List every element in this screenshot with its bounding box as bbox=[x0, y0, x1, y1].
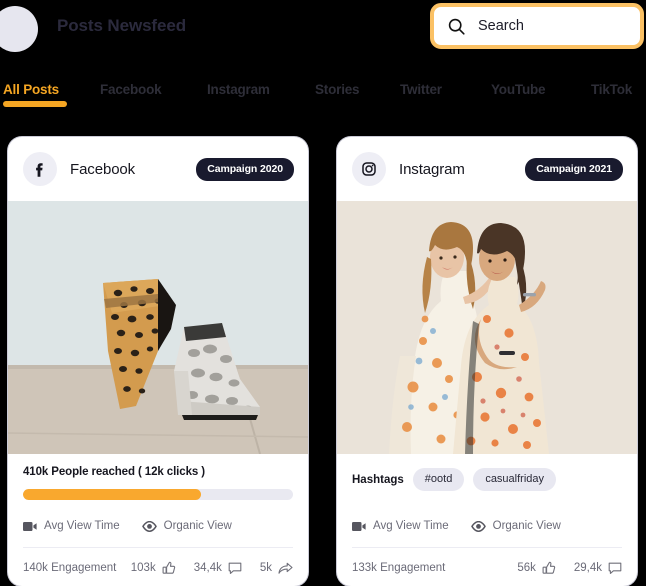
avg-view-time-label: Avg View Time bbox=[44, 520, 120, 532]
likes-stat[interactable]: 103k bbox=[131, 561, 176, 575]
search-icon bbox=[448, 18, 465, 35]
likes-value: 56k bbox=[517, 562, 536, 574]
organic-view-item[interactable]: Organic View bbox=[470, 520, 561, 532]
avg-view-time-item[interactable]: Avg View Time bbox=[23, 520, 120, 532]
tab-youtube[interactable]: YouTube bbox=[491, 82, 546, 97]
network-name: Facebook bbox=[70, 160, 136, 178]
comments-stat[interactable]: 34,4k bbox=[194, 562, 242, 575]
view-metrics-row: Avg View Time Organic View bbox=[8, 511, 308, 541]
organic-view-item[interactable]: Organic View bbox=[141, 520, 232, 532]
eye-icon bbox=[470, 520, 486, 532]
card-header: Facebook Campaign 2020 bbox=[8, 137, 308, 201]
comments-value: 34,4k bbox=[193, 562, 222, 574]
thumbs-up-icon bbox=[542, 561, 556, 574]
avg-view-time-label: Avg View Time bbox=[373, 520, 449, 532]
likes-value: 103k bbox=[130, 562, 156, 574]
post-photo-boots[interactable] bbox=[8, 201, 308, 454]
card-meta-progress: 410k People reached ( 12k clicks ) bbox=[8, 454, 308, 511]
engagement-total: 140k Engagement bbox=[23, 562, 117, 574]
card-meta-hashtags: Hashtags #ootd casualfriday bbox=[337, 454, 637, 511]
tab-instagram[interactable]: Instagram bbox=[207, 82, 270, 97]
tab-stories[interactable]: Stories bbox=[315, 82, 360, 97]
organic-view-label: Organic View bbox=[492, 520, 561, 532]
shares-value: 5k bbox=[259, 562, 272, 574]
page-title: Posts Newsfeed bbox=[57, 16, 186, 35]
page-header: Posts Newsfeed bbox=[0, 0, 646, 64]
facebook-icon bbox=[23, 152, 57, 186]
comments-stat[interactable]: 29,4k bbox=[574, 562, 622, 575]
eye-icon bbox=[141, 520, 157, 532]
tab-all-posts[interactable]: All Posts bbox=[3, 82, 59, 97]
hashtag-chip[interactable]: #ootd bbox=[412, 468, 465, 491]
post-card-instagram[interactable]: Instagram Campaign 2021 Hashtags #ootd c… bbox=[337, 137, 637, 586]
reach-progress-bar bbox=[23, 489, 293, 500]
search-input[interactable] bbox=[478, 18, 628, 34]
hashtag-chip[interactable]: casualfriday bbox=[473, 468, 557, 491]
engagement-stats-row: 133k Engagement 56k 29,4k bbox=[337, 548, 637, 586]
share-icon bbox=[278, 562, 293, 574]
card-header: Instagram Campaign 2021 bbox=[337, 137, 637, 201]
network-name: Instagram bbox=[399, 160, 465, 178]
campaign-badge: Campaign 2021 bbox=[525, 157, 623, 181]
engagement-total: 133k Engagement bbox=[352, 562, 446, 574]
tab-active-underline bbox=[3, 101, 67, 107]
hashtags-label: Hashtags bbox=[352, 473, 404, 486]
tab-facebook[interactable]: Facebook bbox=[100, 82, 162, 97]
thumbs-up-icon bbox=[162, 561, 175, 574]
post-photo-women[interactable] bbox=[337, 201, 637, 454]
tab-tiktok[interactable]: TikTok bbox=[591, 82, 632, 97]
avatar[interactable] bbox=[0, 6, 38, 52]
comments-value: 29,4k bbox=[573, 562, 602, 574]
post-card-facebook[interactable]: Facebook Campaign 2020 410k People reach… bbox=[8, 137, 308, 586]
engagement-stats-row: 140k Engagement 103k 34,4k 5k bbox=[8, 548, 308, 586]
tab-bar: All Posts Facebook Instagram Stories Twi… bbox=[0, 82, 646, 112]
video-camera-icon bbox=[352, 521, 366, 531]
instagram-icon bbox=[352, 152, 386, 186]
shares-stat[interactable]: 5k bbox=[260, 562, 293, 575]
organic-view-label: Organic View bbox=[163, 520, 232, 532]
search-box[interactable] bbox=[430, 3, 644, 49]
tab-twitter[interactable]: Twitter bbox=[400, 82, 442, 97]
likes-stat[interactable]: 56k bbox=[517, 561, 556, 575]
view-metrics-row: Avg View Time Organic View bbox=[337, 511, 637, 541]
reach-progress-fill bbox=[23, 489, 202, 500]
comment-icon bbox=[608, 562, 622, 574]
avg-view-time-item[interactable]: Avg View Time bbox=[352, 520, 449, 532]
video-camera-icon bbox=[23, 521, 37, 531]
reach-text: 410k People reached ( 12k clicks ) bbox=[23, 466, 205, 478]
comment-icon bbox=[228, 562, 242, 574]
campaign-badge: Campaign 2020 bbox=[196, 157, 294, 181]
